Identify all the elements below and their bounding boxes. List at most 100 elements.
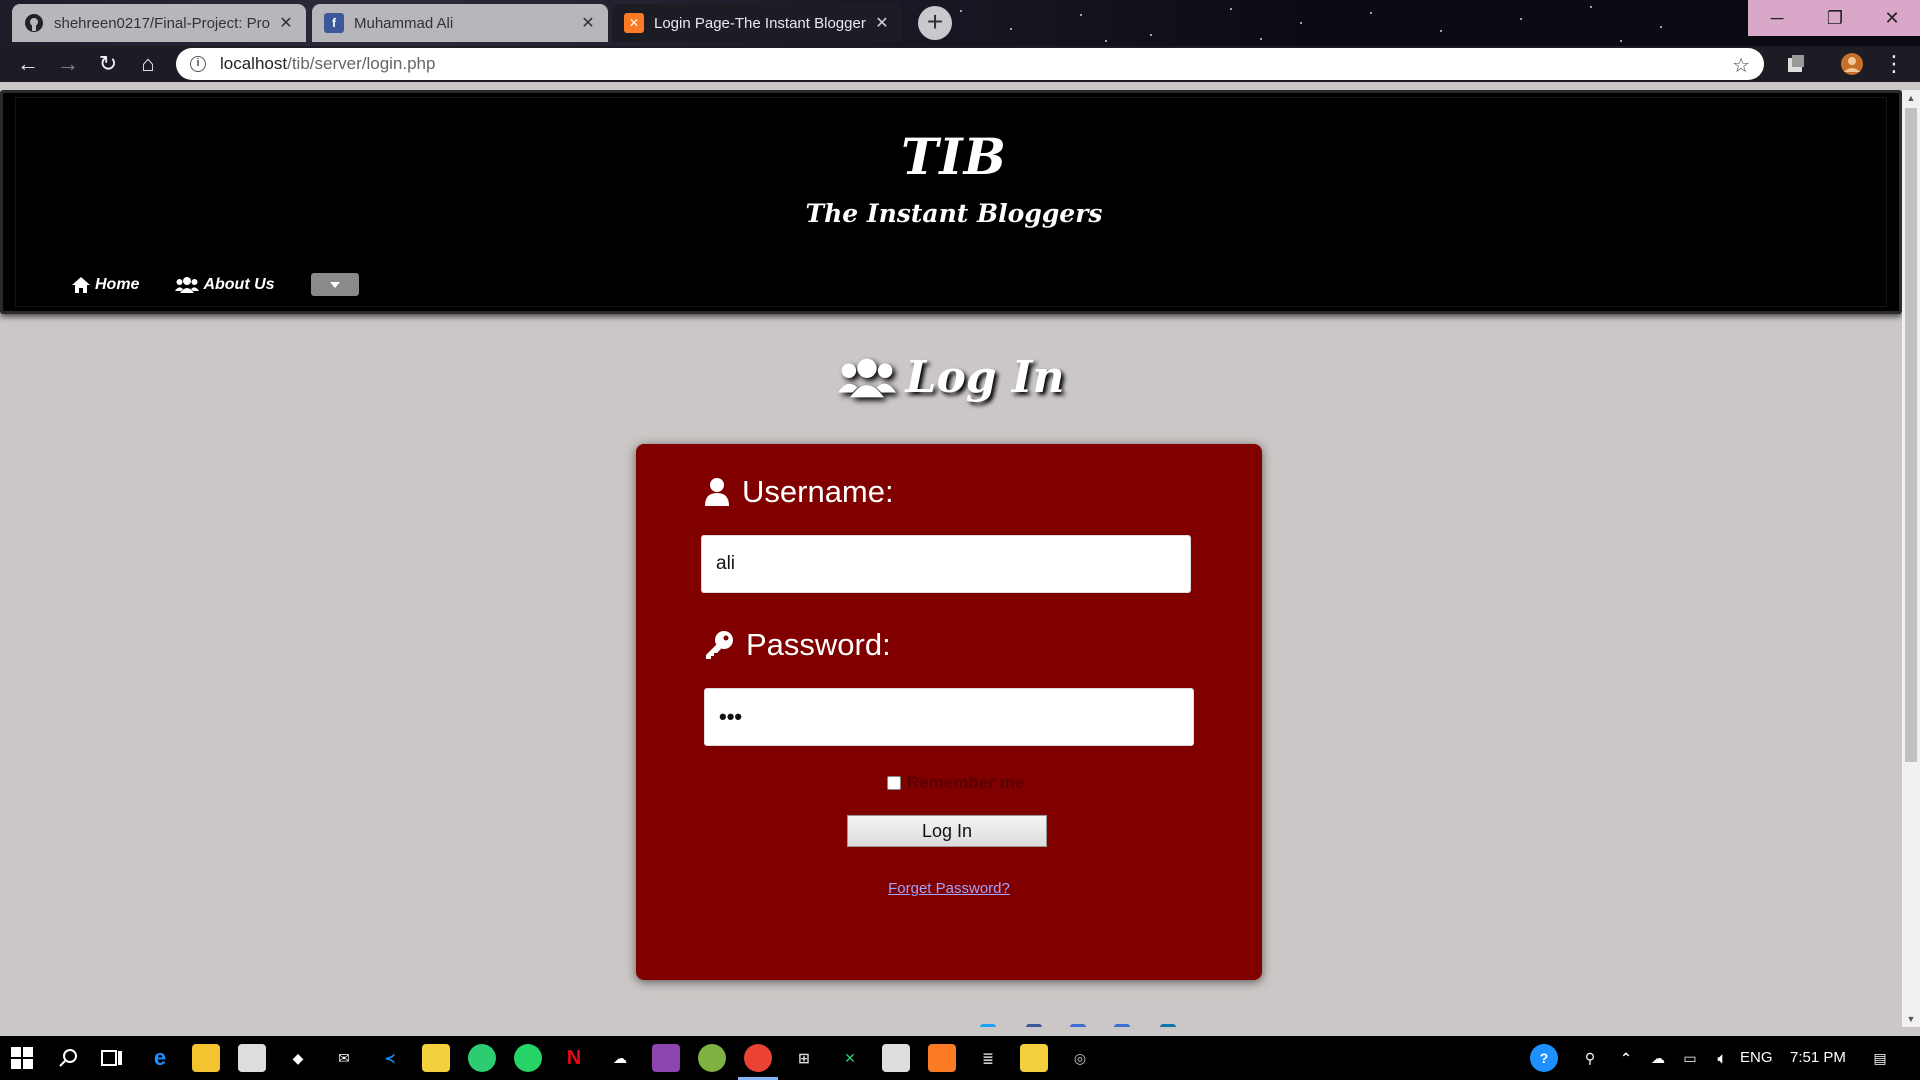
browser-toolbar: ← → ↻ ⌂ i localhost/tib/server/login.php… [0, 46, 1920, 82]
tab-title: Login Page-The Instant Bloggers [654, 14, 866, 32]
scroll-up-icon[interactable]: ▲ [1902, 90, 1920, 106]
netflix-icon[interactable]: N [560, 1044, 588, 1072]
email-icon[interactable] [1114, 1024, 1130, 1027]
info-icon[interactable]: i [190, 56, 206, 72]
bing-icon[interactable] [882, 1044, 910, 1072]
restore-button[interactable]: ❐ [1806, 0, 1864, 36]
starfield-dot [1260, 38, 1262, 40]
facebook-icon[interactable] [1026, 1024, 1042, 1027]
extension-icon[interactable] [1784, 52, 1808, 76]
home-icon[interactable]: ⌂ [134, 50, 162, 78]
mail-icon[interactable]: ✉ [330, 1044, 358, 1072]
forward-icon[interactable]: → [54, 50, 82, 78]
browser-tab-facebook[interactable]: f Muhammad Ali ✕ [312, 4, 608, 42]
starfield-dot [1370, 12, 1372, 14]
nav-about-link[interactable]: About Us [175, 276, 275, 294]
password-input[interactable] [704, 688, 1194, 746]
forgot-password-text[interactable]: Forget Password? [888, 880, 1010, 897]
user-icon [705, 478, 729, 506]
login-heading-text: Log In [905, 352, 1065, 403]
help-icon[interactable]: ? [1530, 1044, 1558, 1072]
sticky-notes-icon[interactable] [1020, 1044, 1048, 1072]
language-indicator[interactable]: ENG [1740, 1049, 1773, 1066]
new-tab-button[interactable]: + [918, 6, 952, 40]
excel-like-icon[interactable]: ✕ [836, 1044, 864, 1072]
windows-start-icon[interactable] [8, 1044, 36, 1072]
media-player-icon[interactable] [422, 1044, 450, 1072]
phpstorm-icon[interactable] [652, 1044, 680, 1072]
browser-tab-login[interactable]: ✕ Login Page-The Instant Bloggers ✕ [612, 4, 902, 42]
chrome-icon[interactable] [744, 1044, 772, 1072]
close-icon[interactable]: ✕ [580, 13, 596, 33]
soundcloud-icon[interactable]: ☁ [606, 1044, 634, 1072]
minimize-button[interactable]: ─ [1748, 0, 1806, 36]
bookmark-star-icon[interactable]: ☆ [1732, 53, 1750, 78]
reload-icon[interactable]: ↻ [94, 50, 122, 78]
volume-icon[interactable]: 🔈︎ [1708, 1044, 1736, 1072]
password-label: Password: [704, 627, 891, 663]
back-icon[interactable]: ← [14, 50, 42, 78]
scrollbar-thumb[interactable] [1905, 108, 1917, 762]
password-label-text: Password: [746, 627, 891, 662]
android-studio-icon[interactable] [698, 1044, 726, 1072]
forgot-password-link[interactable]: Forget Password? [636, 880, 1262, 897]
starfield-dot [1520, 18, 1522, 20]
profile-avatar[interactable] [1840, 52, 1864, 76]
starfield-dot [1660, 26, 1662, 28]
close-icon[interactable]: ✕ [874, 13, 890, 33]
login-heading: Log In [0, 352, 1902, 403]
starfield-dot [1150, 34, 1152, 36]
dropbox-icon[interactable]: ◆ [284, 1044, 312, 1072]
database-icon[interactable]: ≣ [974, 1044, 1002, 1072]
task-view-icon[interactable] [98, 1044, 126, 1072]
username-input[interactable] [701, 535, 1191, 593]
caret-down-icon [329, 281, 340, 288]
nav-dropdown-toggle[interactable] [310, 273, 359, 296]
onedrive-icon[interactable]: ☁ [1644, 1044, 1672, 1072]
network-app-icon[interactable]: ⊞ [790, 1044, 818, 1072]
clock[interactable]: 7:51 PM [1790, 1049, 1846, 1066]
close-icon[interactable]: ✕ [278, 13, 294, 33]
starfield-dot [1300, 22, 1302, 24]
scroll-down-icon[interactable]: ▼ [1902, 1011, 1920, 1027]
remember-me-row[interactable]: Remember me [887, 773, 1024, 793]
starfield-dot [1440, 30, 1442, 32]
store-icon[interactable] [238, 1044, 266, 1072]
people-icon[interactable]: ⚲ [1576, 1044, 1604, 1072]
file-explorer-icon[interactable] [192, 1044, 220, 1072]
starfield-dot [1080, 14, 1082, 16]
more-menu-icon[interactable]: ⋮ [1880, 50, 1908, 78]
windows-taskbar: e ◆ ✉ ≺ N ☁ ⊞ ✕ ≣ ◎ ? ⚲ ⌃ ☁ ▭ 🔈︎ ENG 7:5… [0, 1036, 1920, 1080]
xampp-icon[interactable] [928, 1044, 956, 1072]
remember-me-label: Remember me [907, 773, 1025, 792]
starfield-dot [960, 10, 962, 12]
url-host: localhost [220, 54, 288, 73]
login-submit-button[interactable]: Log In [847, 815, 1047, 847]
tab-title: Muhammad Ali [354, 14, 454, 32]
whatsapp-icon[interactable] [514, 1044, 542, 1072]
address-bar[interactable]: i localhost/tib/server/login.php ☆ [176, 48, 1764, 80]
close-window-button[interactable]: ✕ [1864, 0, 1920, 36]
remember-me-checkbox[interactable] [887, 776, 901, 790]
instagram-icon[interactable] [1070, 1024, 1086, 1027]
users-icon [175, 276, 200, 293]
battery-icon[interactable]: ▭ [1676, 1044, 1704, 1072]
utorrent-icon[interactable] [468, 1044, 496, 1072]
starfield-dot [1620, 40, 1622, 42]
app-icon[interactable]: ◎ [1066, 1044, 1094, 1072]
starfield-dot [1230, 8, 1232, 10]
site-title: TIB [901, 127, 1007, 186]
chevron-up-icon[interactable]: ⌃ [1612, 1044, 1640, 1072]
notifications-icon[interactable]: ▤ [1866, 1044, 1894, 1072]
vscode-icon[interactable]: ≺ [376, 1044, 404, 1072]
search-icon[interactable] [54, 1044, 82, 1072]
username-label-text: Username: [742, 474, 894, 509]
page-viewport: TIB The Instant Bloggers Home About Us L… [0, 90, 1902, 1027]
edge-icon[interactable]: e [146, 1044, 174, 1072]
nav-home-link[interactable]: Home [71, 276, 139, 294]
twitter-icon[interactable] [980, 1024, 996, 1027]
page-scrollbar[interactable]: ▲ ▼ [1902, 90, 1920, 1027]
linkedin-icon[interactable] [1160, 1024, 1176, 1027]
browser-tab-github[interactable]: shehreen0217/Final-Project: Pro ✕ [12, 4, 306, 42]
starfield-dot [1010, 28, 1012, 30]
